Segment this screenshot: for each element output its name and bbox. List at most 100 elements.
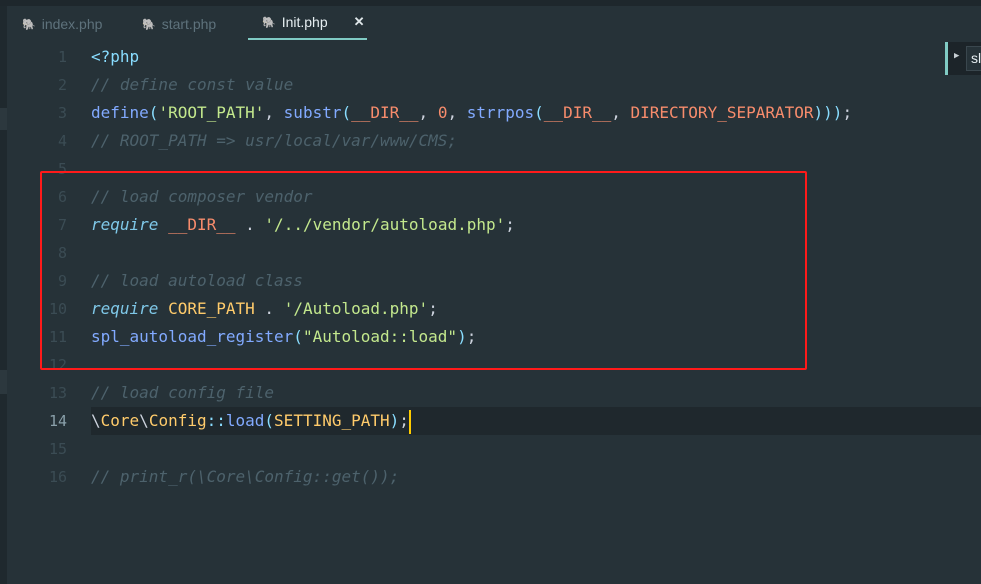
code-line[interactable]: 7 require __DIR__ . '/../vendor/autoload.… (7, 211, 981, 239)
code-token: "Autoload::load" (302, 327, 458, 346)
code-token: __DIR__ (351, 103, 419, 122)
code-editor[interactable]: 1 <?php 2// define const value 3 define('ROO… (7, 43, 981, 584)
code-token: '/Autoload.php' (283, 299, 429, 318)
code-token: :: (206, 411, 226, 430)
code-line[interactable]: 6 // load composer vendor (7, 183, 981, 211)
line-number: 4 (57, 132, 67, 150)
tab-label: start.php (161, 16, 217, 32)
code-line[interactable]: 4 // ROOT_PATH => usr/local/var/www/CMS; (7, 127, 981, 155)
line-code: define('ROOT_PATH', substr(__DIR__, 0, s… (91, 99, 981, 127)
line-code: // print_r(\Core\Config::get()); (91, 463, 981, 491)
sidebar-edge-segment (0, 370, 7, 394)
code-token: Core (100, 411, 140, 430)
line-number: 8 (57, 244, 67, 262)
line-code: // ROOT_PATH => usr/local/var/www/CMS; (91, 127, 981, 155)
code-token: load (225, 411, 265, 430)
code-token: . (235, 215, 265, 234)
line-number: 1 (57, 48, 67, 66)
code-line[interactable]: 2 // define const value (7, 71, 981, 99)
code-token: ( (264, 411, 275, 430)
code-token: '/../vendor/autoload.php' (264, 215, 506, 234)
panel-search-field[interactable]: sli (966, 46, 981, 71)
code-token: , (447, 103, 467, 122)
tab-bar: 🐘 index.php 🐘 start.php 🐘 Init.php ✕ (7, 6, 981, 42)
line-number: 3 (57, 104, 67, 122)
code-line[interactable]: 16 // print_r(\Core\Config::get()); (7, 463, 981, 491)
code-token: , (611, 103, 631, 122)
tab-index-php[interactable]: 🐘 index.php (22, 6, 102, 42)
code-token: ; (505, 215, 515, 234)
code-token: Config (148, 411, 207, 430)
code-line[interactable]: 15 (7, 435, 981, 463)
code-token: 0 (437, 103, 448, 122)
close-tab-icon[interactable]: ✕ (354, 14, 365, 30)
code-token: ) (389, 411, 400, 430)
line-number: 15 (48, 440, 67, 458)
sidebar-edge (0, 6, 7, 584)
tab-init-php[interactable]: 🐘 Init.php ✕ (248, 6, 367, 40)
sidebar-edge-segment (0, 108, 7, 130)
code-line[interactable]: 14 \Core\Config::load(SETTING_PATH); (7, 407, 981, 435)
code-token: // define const value (91, 75, 294, 94)
line-number: 11 (48, 328, 67, 346)
code-token: ( (534, 103, 544, 122)
code-token: ; (428, 299, 438, 318)
code-line[interactable]: 11 spl_autoload_register("Autoload::load"… (7, 323, 981, 351)
code-line[interactable]: 12 (7, 351, 981, 379)
code-line[interactable]: 8 (7, 239, 981, 267)
code-token: // ROOT_PATH => usr/local/var/www/CMS; (91, 131, 458, 150)
code-token: <?php (91, 47, 140, 66)
code-token: . (254, 299, 284, 318)
code-token: \ (91, 411, 101, 430)
code-token: ; (399, 411, 409, 430)
code-token: ) (457, 327, 467, 346)
code-line[interactable]: 1 <?php (7, 43, 981, 71)
line-code: spl_autoload_register("Autoload::load"); (91, 323, 981, 351)
code-token: ; (842, 103, 853, 122)
code-token: ( (293, 327, 303, 346)
line-number: 14 (48, 412, 67, 430)
line-number: 12 (48, 356, 67, 374)
line-code: // load config file (91, 379, 981, 407)
code-line[interactable]: 5 (7, 155, 981, 183)
code-token: ( (148, 103, 159, 122)
line-number: 10 (48, 300, 67, 318)
code-token: ( (341, 103, 352, 122)
code-token: substr (283, 103, 342, 122)
tab-label: Init.php (281, 14, 328, 30)
code-token: 'ROOT_PATH' (158, 103, 265, 122)
code-token: ))) (813, 103, 843, 122)
tab-label: index.php (41, 16, 103, 32)
line-code: // define const value (91, 71, 981, 99)
code-token: , (418, 103, 438, 122)
code-token: , (264, 103, 284, 122)
code-token: require (91, 299, 159, 318)
line-code: \Core\Config::load(SETTING_PATH); (91, 407, 981, 435)
line-number: 13 (48, 384, 67, 402)
code-token: // load config file (91, 383, 275, 402)
line-number: 7 (57, 216, 67, 234)
code-token: __DIR__ (543, 103, 612, 122)
text-cursor (408, 409, 411, 434)
code-line[interactable]: 9 // load autoload class (7, 267, 981, 295)
code-line[interactable]: 10 require CORE_PATH . '/Autoload.php'; (7, 295, 981, 323)
code-token: require (91, 215, 159, 234)
code-token: SETTING_PATH (274, 411, 390, 430)
expand-arrow-icon[interactable]: ▶ (954, 51, 959, 61)
code-token: __DIR__ (168, 215, 236, 234)
php-elephant-icon: 🐘 (22, 18, 36, 31)
code-token: strrpos (466, 103, 535, 122)
code-token: define (91, 103, 149, 122)
line-code: <?php (91, 43, 981, 71)
line-number: 9 (57, 272, 67, 290)
symbol-panel[interactable]: ▶ sli (945, 42, 981, 75)
php-elephant-icon: 🐘 (262, 16, 276, 29)
code-token: // load composer vendor (91, 187, 313, 206)
line-number: 6 (57, 188, 67, 206)
tab-start-php[interactable]: 🐘 start.php (142, 6, 216, 42)
code-line[interactable]: 13 // load config file (7, 379, 981, 407)
code-token: \ (139, 411, 149, 430)
code-line[interactable]: 3 define('ROOT_PATH', substr(__DIR__, 0, … (7, 99, 981, 127)
line-code: require CORE_PATH . '/Autoload.php'; (91, 295, 981, 323)
